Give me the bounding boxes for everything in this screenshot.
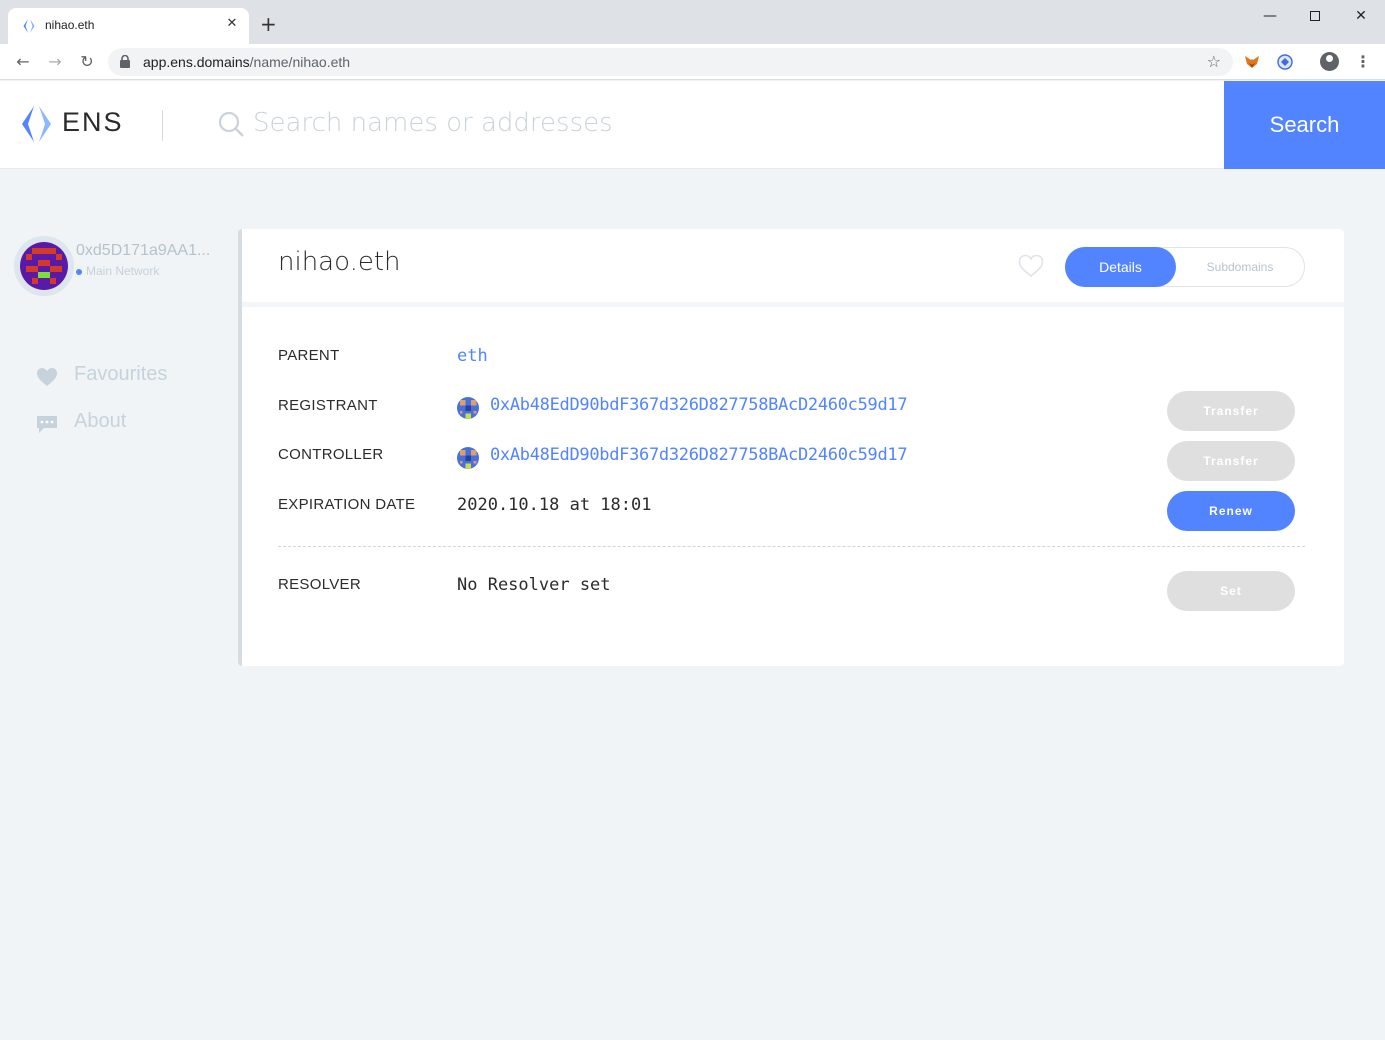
tab-title: nihao.eth (45, 18, 95, 32)
card-header: nihao.eth Details Subdomains (242, 229, 1344, 307)
app-header: ENS Search (0, 81, 1385, 169)
expiration-value: 2020.10.18 at 18:01 (457, 495, 652, 515)
bookmark-star-icon[interactable]: ☆ (1207, 52, 1221, 71)
registrant-address-text: 0xAb48EdD90bdF367d326D827758BAcD2460c59d… (490, 395, 908, 415)
address-bar[interactable]: app.ens.domains/name/nihao.eth ☆ (108, 48, 1233, 76)
profile-icon[interactable] (1320, 52, 1339, 71)
favourite-heart-icon[interactable] (1018, 254, 1044, 278)
network-name: Main Network (86, 264, 160, 278)
search-input[interactable] (253, 103, 1153, 143)
tab-subdomains[interactable]: Subdomains (1176, 248, 1304, 286)
parent-label: PARENT (278, 347, 340, 364)
heart-icon (37, 368, 57, 386)
tab-close-icon[interactable]: ✕ (223, 15, 241, 33)
chat-icon (37, 416, 57, 433)
metamask-extension-icon[interactable] (1243, 53, 1261, 71)
registrant-label: REGISTRANT (278, 397, 378, 414)
window-maximize-icon[interactable] (1305, 6, 1325, 26)
browser-tab-strip: nihao.eth ✕ + — ✕ (0, 0, 1385, 44)
window-minimize-icon[interactable]: — (1260, 6, 1280, 26)
sidebar-item-label: Favourites (74, 363, 168, 385)
domain-title: nihao.eth (278, 247, 401, 277)
search-icon (218, 111, 244, 137)
network-dot-icon (76, 268, 82, 275)
lock-icon (120, 55, 130, 68)
ens-favicon-icon (23, 19, 35, 33)
resolver-set-button[interactable]: Set (1167, 571, 1295, 611)
header-divider (162, 110, 163, 141)
url-text: app.ens.domains/name/nihao.eth (143, 54, 350, 70)
renew-button[interactable]: Renew (1167, 491, 1295, 531)
url-host: app.ens.domains (143, 54, 250, 70)
domain-card: nihao.eth Details Subdomains PARENT eth … (238, 229, 1344, 666)
parent-link[interactable]: eth (457, 346, 488, 366)
sidebar-item-label: About (74, 410, 127, 432)
controller-address-text: 0xAb48EdD90bdF367d326D827758BAcD2460c59d… (490, 445, 908, 465)
controller-label: CONTROLLER (278, 446, 384, 463)
account-avatar (20, 242, 68, 290)
browser-tab[interactable]: nihao.eth ✕ (8, 8, 249, 44)
controller-transfer-button[interactable]: Transfer (1167, 441, 1295, 481)
section-divider (278, 546, 1305, 547)
back-arrow-icon[interactable]: ← (13, 52, 33, 72)
browser-menu-icon[interactable]: ⋮ (1355, 52, 1371, 72)
resolver-label: RESOLVER (278, 576, 361, 593)
registrant-avatar (457, 397, 479, 419)
forward-arrow-icon[interactable]: → (45, 52, 65, 72)
account-address[interactable]: 0xd5D171a9AA1... (76, 242, 210, 260)
ens-wordmark[interactable]: ENS (62, 107, 124, 138)
new-tab-icon[interactable]: + (260, 14, 277, 34)
expiration-label: EXPIRATION DATE (278, 496, 416, 513)
search-button[interactable]: Search (1224, 81, 1385, 169)
registrant-transfer-button[interactable]: Transfer (1167, 391, 1295, 431)
url-path: /name/nihao.eth (249, 54, 351, 70)
browser-toolbar: ← → ↻ app.ens.domains/name/nihao.eth ☆ ⋮ (0, 44, 1385, 80)
controller-avatar (457, 447, 479, 469)
network-status: Main Network (76, 264, 159, 278)
resolver-value: No Resolver set (457, 575, 611, 595)
ens-logo-icon[interactable] (20, 105, 53, 143)
wallet-extension-icon[interactable] (1276, 53, 1294, 71)
reload-icon[interactable]: ↻ (77, 52, 97, 72)
window-close-icon[interactable]: ✕ (1351, 6, 1371, 26)
tab-details[interactable]: Details (1065, 247, 1176, 287)
details-subdomains-toggle: Details Subdomains (1065, 247, 1305, 287)
